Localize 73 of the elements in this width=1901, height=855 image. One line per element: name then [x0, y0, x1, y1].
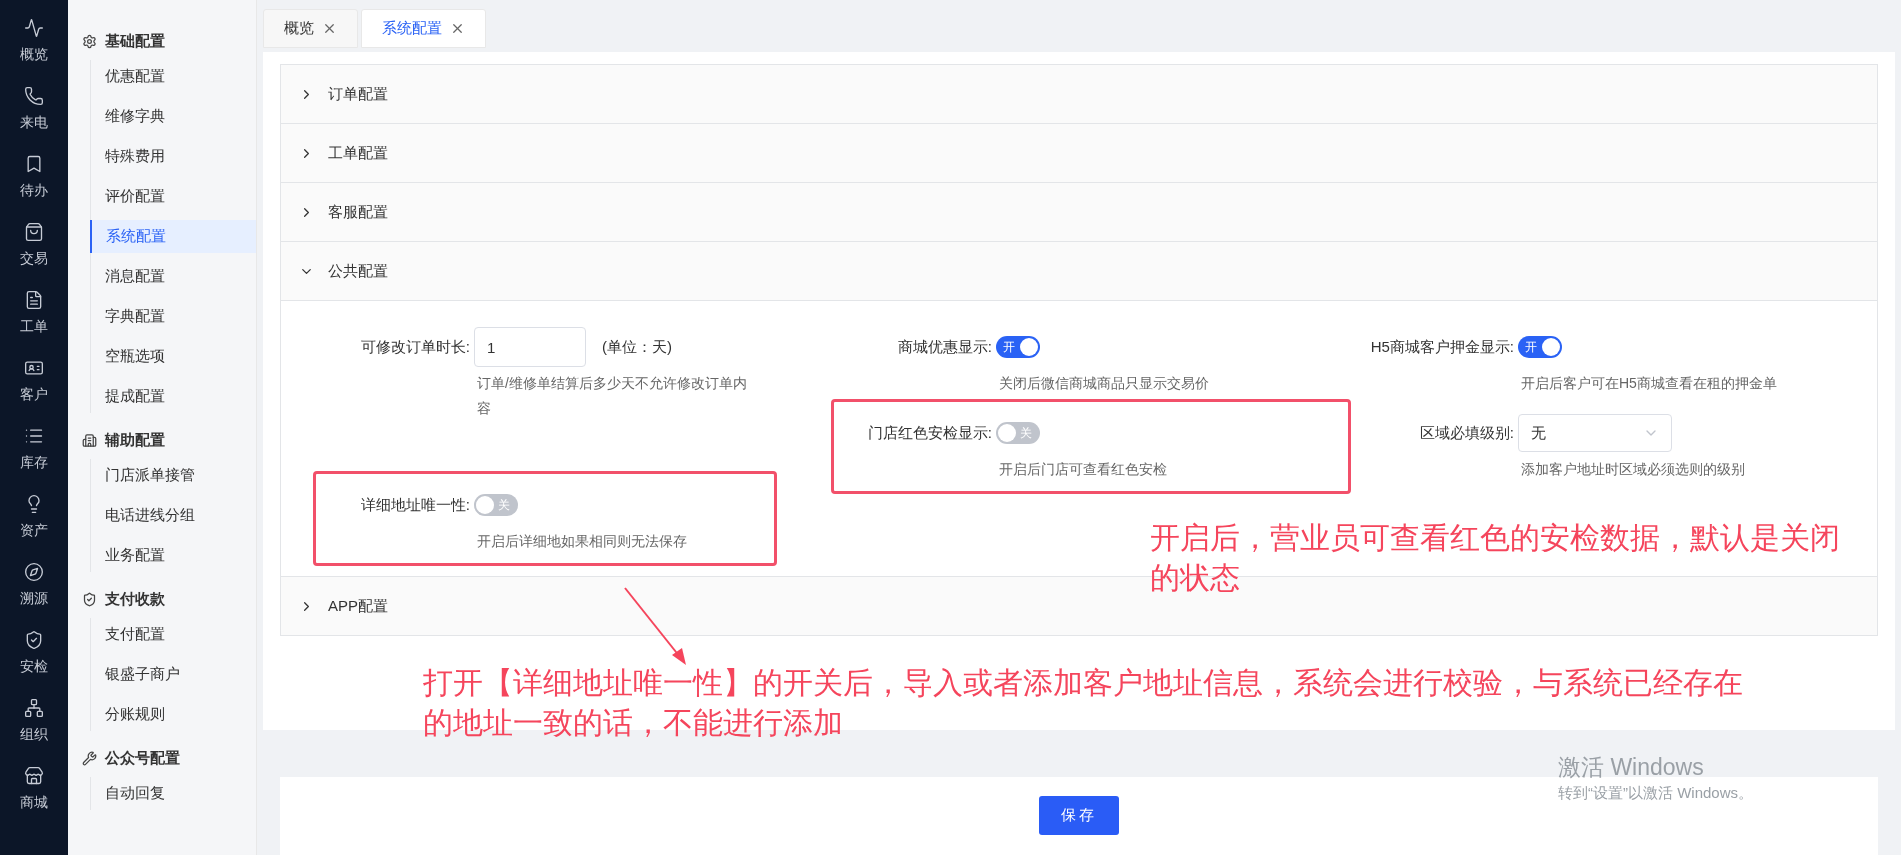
section-header[interactable]: 公共配置 — [281, 242, 1877, 300]
field-label: H5商城客户押金显示: — [1369, 336, 1515, 357]
activation-subtitle: 转到“设置”以激活 Windows。 — [1558, 783, 1753, 803]
group-title: 公众号配置 — [105, 747, 180, 768]
help-text: 开启后客户可在H5商城查看在租的押金单 — [1521, 374, 1778, 393]
sidebar-item[interactable]: 特殊费用 — [91, 140, 256, 173]
nav-item[interactable]: 客户 — [0, 358, 68, 426]
store-icon — [24, 766, 44, 786]
section-header[interactable]: 订单配置 — [281, 65, 1877, 123]
sidebar-item[interactable]: 维修字典 — [91, 100, 256, 133]
save-button[interactable]: 保存 — [1039, 796, 1119, 835]
bag-icon — [24, 222, 44, 242]
nav-item[interactable]: 工单 — [0, 290, 68, 358]
sidebar-item[interactable]: 自动回复 — [91, 777, 256, 810]
nav-item[interactable]: 安检 — [0, 630, 68, 698]
phone-icon — [24, 86, 44, 106]
sidebar-item[interactable]: 空瓶选项 — [91, 340, 256, 373]
nav-item[interactable]: 资产 — [0, 494, 68, 562]
field-label: 区域必填级别: — [1418, 422, 1515, 443]
sidebar-item[interactable]: 系统配置 — [90, 220, 256, 253]
group-title: 辅助配置 — [105, 429, 165, 450]
help-text: 添加客户地址时区域必须选则的级别 — [1521, 460, 1746, 479]
shield-icon — [24, 630, 44, 650]
nav-item[interactable]: 溯源 — [0, 562, 68, 630]
wrench-icon — [82, 750, 97, 766]
help-text: 开启后门店可查看红色安检 — [999, 460, 1168, 479]
sidebar-item[interactable]: 评价配置 — [91, 180, 256, 213]
sidebar-item[interactable]: 提成配置 — [91, 380, 256, 413]
help-text: 订单/维修单结算后多少天不允许修改订单内容 — [477, 374, 748, 418]
field-label: 详细地址唯一性: — [359, 494, 471, 515]
group-title: 基础配置 — [105, 30, 165, 51]
nav-item[interactable]: 交易 — [0, 222, 68, 290]
page-tab[interactable]: 概览 — [263, 9, 358, 48]
field-label: 商城优惠显示: — [896, 336, 993, 357]
number-input[interactable]: 1 — [474, 327, 586, 367]
section-header[interactable]: 客服配置 — [281, 183, 1877, 241]
field-label: 可修改订单时长: — [359, 336, 471, 357]
nav-item[interactable]: 组织 — [0, 698, 68, 766]
building-icon — [82, 432, 97, 448]
help-text: 关闭后微信商城商品只显示交易价 — [999, 374, 1210, 393]
settings-icon — [82, 33, 97, 49]
help-text: 开启后详细地如果相同则无法保存 — [477, 532, 688, 551]
sidebar-item[interactable]: 业务配置 — [91, 539, 256, 572]
sidebar-item[interactable]: 优惠配置 — [91, 60, 256, 93]
nav-item[interactable]: 商城 — [0, 766, 68, 834]
document-icon — [24, 290, 44, 310]
sidebar-item[interactable]: 银盛子商户 — [91, 658, 256, 691]
compass-icon — [24, 562, 44, 582]
network-icon — [24, 698, 44, 718]
unit-label: (单位：天) — [602, 336, 672, 357]
nav-item[interactable]: 来电 — [0, 86, 68, 154]
sidebar-item[interactable]: 门店派单接管 — [91, 459, 256, 492]
chart-icon — [24, 18, 44, 38]
page-tab[interactable]: 系统配置 — [361, 9, 486, 48]
sidebar-item[interactable]: 支付配置 — [91, 618, 256, 651]
toggle-switch[interactable]: 开 — [1518, 336, 1562, 358]
close-icon[interactable] — [450, 21, 465, 36]
field-label: 门店红色安检显示: — [866, 422, 993, 443]
annotation-note: 打开【详细地址唯一性】的开关后，导入或者添加客户地址信息，系统会进行校验，与系统已经存在的地址一致的话，不能进行添加 — [423, 665, 1744, 741]
section-header[interactable]: 工单配置 — [281, 124, 1877, 182]
sidebar-item[interactable]: 分账规则 — [91, 698, 256, 731]
sidebar-item[interactable]: 电话进线分组 — [91, 499, 256, 532]
shield-icon — [82, 591, 97, 607]
group-title: 支付收款 — [105, 588, 165, 609]
activation-title: 激活 Windows — [1558, 753, 1705, 782]
nav-item[interactable]: 待办 — [0, 154, 68, 222]
nav-item[interactable]: 概览 — [0, 18, 68, 86]
sidebar-item[interactable]: 字典配置 — [91, 300, 256, 333]
close-icon[interactable] — [322, 21, 337, 36]
sidebar-item[interactable]: 消息配置 — [91, 260, 256, 293]
select-field[interactable]: 无 — [1518, 414, 1672, 452]
toggle-switch[interactable]: 开 — [996, 336, 1040, 358]
nav-item[interactable]: 库存 — [0, 426, 68, 494]
